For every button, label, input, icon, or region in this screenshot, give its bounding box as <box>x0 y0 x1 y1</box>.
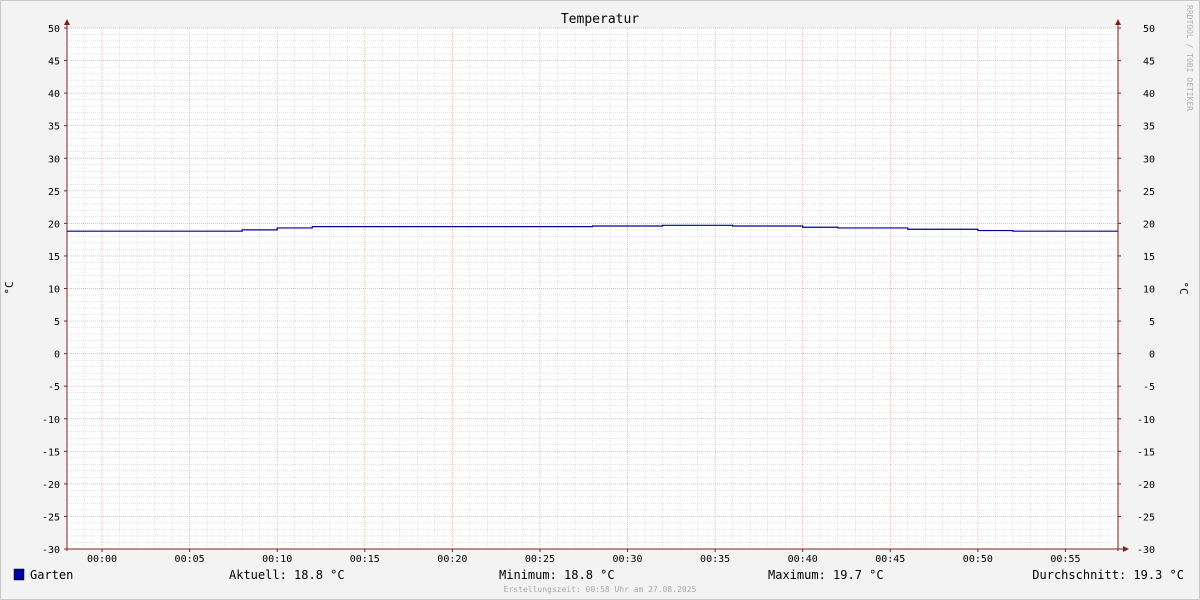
y-axis-label-left: °C <box>3 281 16 294</box>
y-tick-label-right: 45 <box>1143 57 1155 68</box>
y-tick-label-right: 5 <box>1149 317 1155 328</box>
footer-timestamp: Erstellungszeit: 00:58 Uhr am 27.08.2025 <box>504 585 697 594</box>
x-tick-label: 00:20 <box>437 554 467 565</box>
y-tick-label-right: 35 <box>1143 122 1155 133</box>
y-tick-label-left: 45 <box>48 57 60 68</box>
y-tick-label-left: -30 <box>42 545 60 556</box>
y-tick-label-left: 15 <box>48 252 60 263</box>
y-axis-label-right: °C <box>1177 281 1190 294</box>
y-tick-label-left: 30 <box>48 154 60 165</box>
x-tick-label: 00:30 <box>612 554 642 565</box>
x-axis-ticks: 00:00 00:05 00:10 00:15 00:20 00:25 00:30 00:35… <box>87 549 1081 565</box>
y-tick-label-left: 0 <box>54 350 60 361</box>
y-tick-label-right: 50 <box>1143 24 1155 35</box>
y-tick-label-left: -25 <box>42 512 60 523</box>
x-tick-label: 00:40 <box>788 554 818 565</box>
x-tick-label: 00:45 <box>875 554 905 565</box>
y-tick-label-left: 25 <box>48 187 60 198</box>
y-axis-left-ticks: 50454035302520151050-5-10-15-20-25-30 <box>42 24 67 556</box>
legend-durchschnitt: Durchschnitt: 19.3 °C <box>1032 568 1184 582</box>
y-tick-label-right: 25 <box>1143 187 1155 198</box>
x-tick-label: 00:00 <box>87 554 117 565</box>
x-tick-label: 00:15 <box>350 554 380 565</box>
y-tick-label-right: -25 <box>1137 512 1155 523</box>
y-tick-label-left: -5 <box>48 382 60 393</box>
y-tick-label-left: 20 <box>48 219 60 230</box>
y-tick-label-left: 5 <box>54 317 60 328</box>
y-tick-label-right: 10 <box>1143 285 1155 296</box>
legend-aktuell: Aktuell: 18.8 °C <box>229 568 345 582</box>
minor-grid <box>66 28 1119 549</box>
watermark: RRDTOOL / TOBI OETIKER <box>1185 5 1194 111</box>
y-axis-left-arrow <box>64 19 70 25</box>
y-tick-label-left: 40 <box>48 89 60 100</box>
y-tick-label-left: -20 <box>42 480 60 491</box>
y-tick-label-right: -15 <box>1137 447 1155 458</box>
y-tick-label-left: 50 <box>48 24 60 35</box>
temperature-chart: 50454035302520151050-5-10-15-20-25-30 50… <box>3 5 1194 594</box>
x-axis-arrow <box>1123 546 1129 552</box>
y-axis-right-arrow <box>1115 19 1121 25</box>
legend-swatch-garten <box>13 568 25 581</box>
legend-maximum: Maximum: 19.7 °C <box>768 568 884 582</box>
y-axis-right-ticks: 50454035302520151050-5-10-15-20-25-30 <box>1118 24 1155 556</box>
y-tick-label-right: 20 <box>1143 219 1155 230</box>
y-tick-label-left: -15 <box>42 447 60 458</box>
y-tick-label-left: -10 <box>42 415 60 426</box>
y-tick-label-right: 30 <box>1143 154 1155 165</box>
y-tick-label-right: 0 <box>1149 350 1155 361</box>
x-tick-label: 00:35 <box>700 554 730 565</box>
x-tick-label: 00:05 <box>175 554 205 565</box>
y-tick-label-left: 10 <box>48 285 60 296</box>
y-tick-label-left: 35 <box>48 122 60 133</box>
x-tick-label: 00:55 <box>1050 554 1080 565</box>
y-tick-label-right: -30 <box>1137 545 1155 556</box>
x-tick-label: 00:25 <box>525 554 555 565</box>
y-tick-label-right: 15 <box>1143 252 1155 263</box>
x-tick-label: 00:50 <box>963 554 993 565</box>
legend-series-name: Garten <box>30 568 73 582</box>
x-tick-label: 00:10 <box>262 554 292 565</box>
y-tick-label-right: -10 <box>1137 415 1155 426</box>
y-tick-label-right: -5 <box>1143 382 1155 393</box>
legend-minimum: Minimum: 18.8 °C <box>499 568 615 582</box>
y-tick-label-right: -20 <box>1137 480 1155 491</box>
y-tick-label-right: 40 <box>1143 89 1155 100</box>
chart-title: Temperatur <box>561 12 639 27</box>
